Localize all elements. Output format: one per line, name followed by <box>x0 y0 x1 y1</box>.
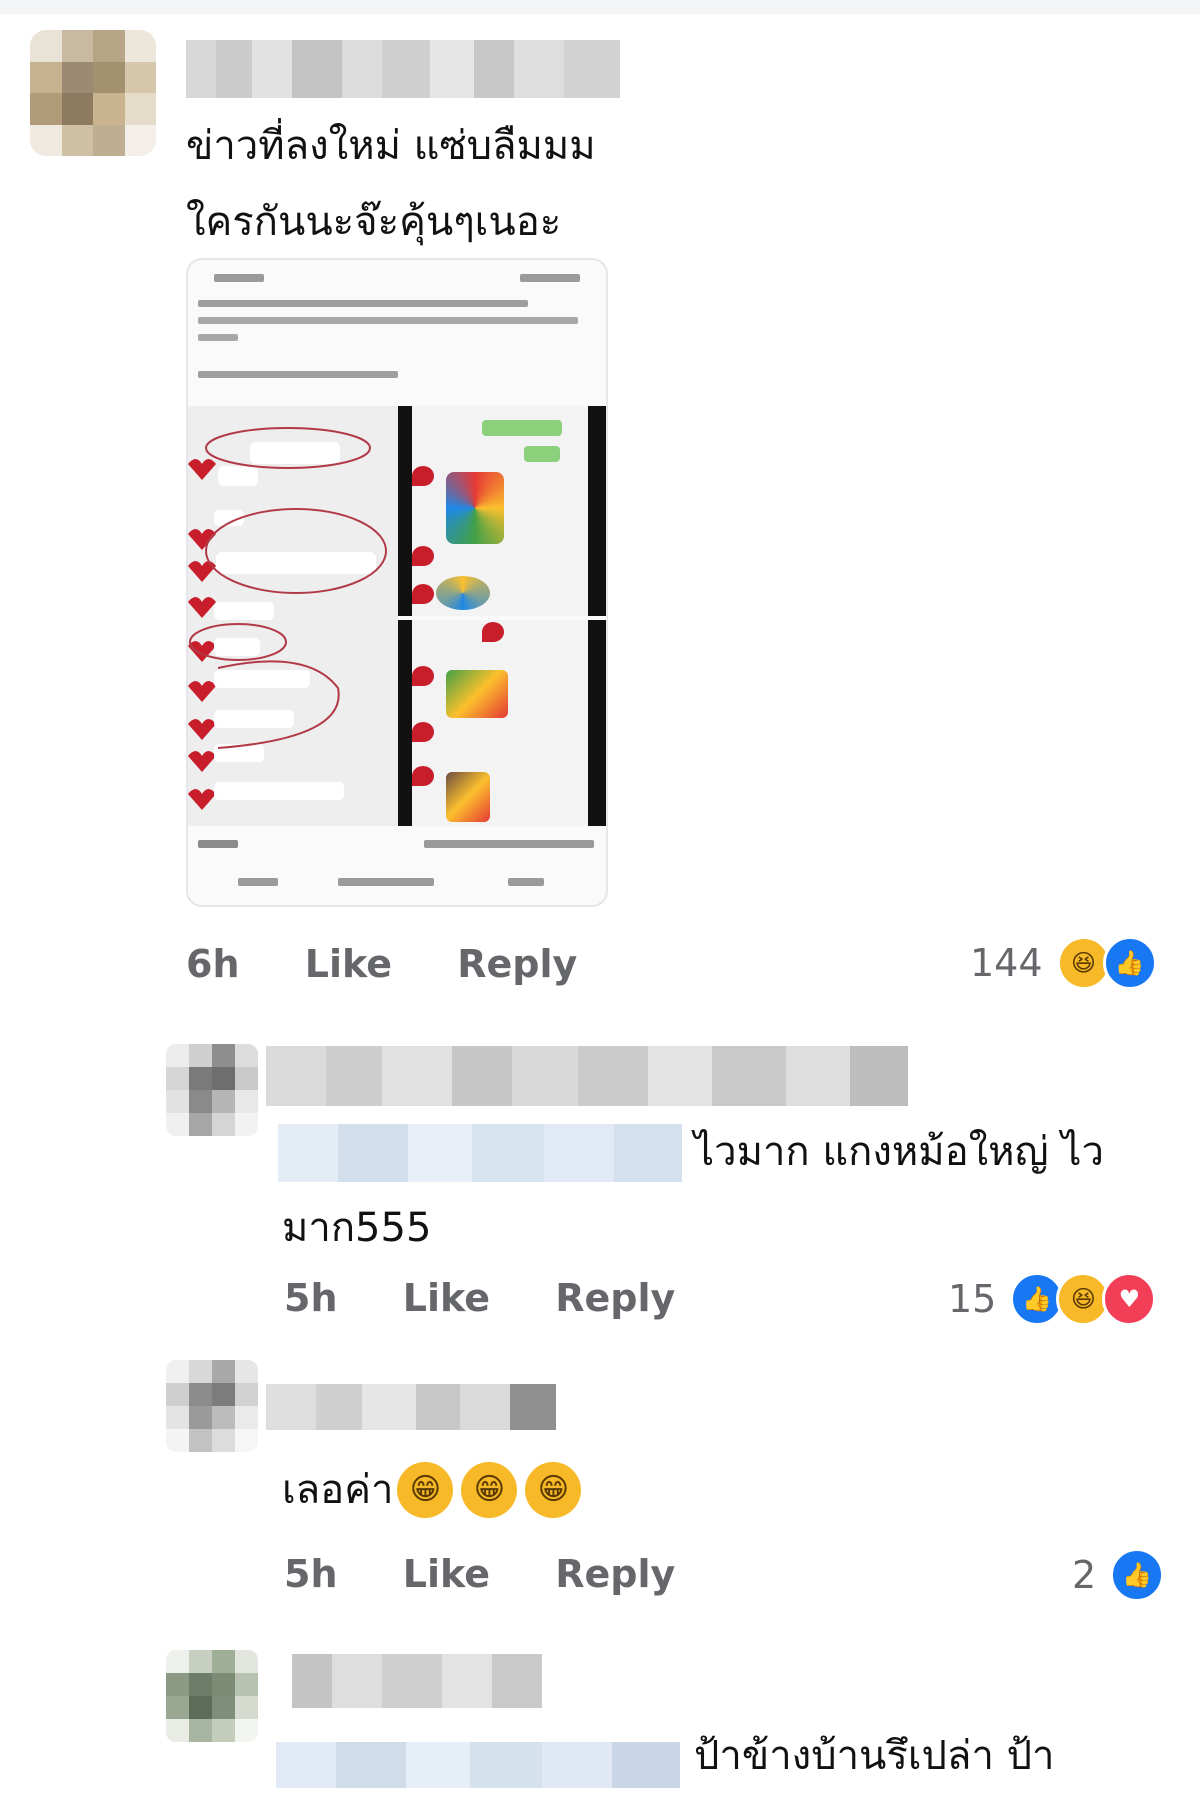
comment-text-line: ป้าข้างบ้านรึเปล่า ป้า <box>694 1733 1055 1779</box>
like-button[interactable]: Like <box>403 1276 490 1320</box>
reaction-summary[interactable]: 15 👍 😆 ♥ <box>948 1272 1157 1326</box>
heart-icon: ♥ <box>1102 1272 1157 1326</box>
comment-text-line: ไวมาก แกงหม้อใหญ่ ไว <box>694 1129 1104 1175</box>
comment-attached-image[interactable] <box>186 258 608 907</box>
image-status-bar <box>202 274 592 284</box>
comment-text: ไวมาก แกงหม้อใหญ่ ไว มาก555 <box>282 1114 1182 1266</box>
reaction-summary[interactable]: 2 👍 <box>1072 1548 1165 1602</box>
avatar[interactable] <box>166 1650 258 1742</box>
reply-button[interactable]: Reply <box>555 1552 675 1596</box>
image-chat-panel-left <box>188 406 398 826</box>
comment-actions: 5h Like Reply <box>284 1276 727 1320</box>
commenter-name-redacted[interactable] <box>292 1654 542 1708</box>
avatar[interactable] <box>166 1360 258 1452</box>
image-chat-panel-right-top <box>398 406 606 616</box>
comment-text-line: ใครกันนะจ๊ะคุ้นๆเนอะ <box>186 199 562 245</box>
commenter-name-redacted[interactable] <box>186 40 620 98</box>
thumbs-up-icon: 👍 <box>1102 936 1157 990</box>
commenter-name-redacted[interactable] <box>266 1384 556 1430</box>
grinning-face-icon: 😁 <box>525 1462 582 1518</box>
comment-timestamp[interactable]: 5h <box>284 1276 338 1320</box>
comment-timestamp[interactable]: 5h <box>284 1552 338 1596</box>
thumbs-up-icon: 👍 <box>1110 1548 1165 1602</box>
reaction-summary[interactable]: 144 😆 👍 <box>970 936 1157 990</box>
image-post-footer <box>198 836 594 896</box>
comment-text-line: เลอค่า <box>282 1467 394 1513</box>
comment-text-line: ข่าวที่ลงใหม่ แซ่บลืมมม <box>186 123 596 169</box>
comment-actions: 6h Like Reply <box>186 942 629 986</box>
comment-text: ป้าข้างบ้านรึเปล่า ป้า <box>694 1718 1054 1794</box>
comment-timestamp[interactable]: 6h <box>186 942 240 986</box>
image-post-text <box>198 300 588 380</box>
reply-button[interactable]: Reply <box>457 942 577 986</box>
reply-button[interactable]: Reply <box>555 1276 675 1320</box>
commenter-name-redacted[interactable] <box>266 1046 948 1106</box>
reaction-count: 2 <box>1072 1553 1097 1597</box>
comment-actions: 5h Like Reply <box>284 1552 727 1596</box>
reaction-count: 15 <box>948 1277 997 1321</box>
image-chat-panel-right-bottom <box>398 620 606 826</box>
like-button[interactable]: Like <box>305 942 392 986</box>
top-edge <box>0 0 1200 14</box>
comment-text-line: มาก555 <box>282 1205 432 1251</box>
grinning-face-icon: 😁 <box>461 1462 518 1518</box>
mentioned-name-redacted[interactable] <box>276 1742 680 1788</box>
reaction-count: 144 <box>970 941 1043 985</box>
like-button[interactable]: Like <box>403 1552 490 1596</box>
comment-text: ข่าวที่ลงใหม่ แซ่บลืมมม ใครกันนะจ๊ะคุ้นๆ… <box>186 108 596 260</box>
avatar[interactable] <box>166 1044 258 1136</box>
comment-text: เลอค่า 😁 😁 😁 <box>282 1452 582 1528</box>
grinning-face-icon: 😁 <box>397 1462 454 1518</box>
avatar[interactable] <box>30 30 156 156</box>
